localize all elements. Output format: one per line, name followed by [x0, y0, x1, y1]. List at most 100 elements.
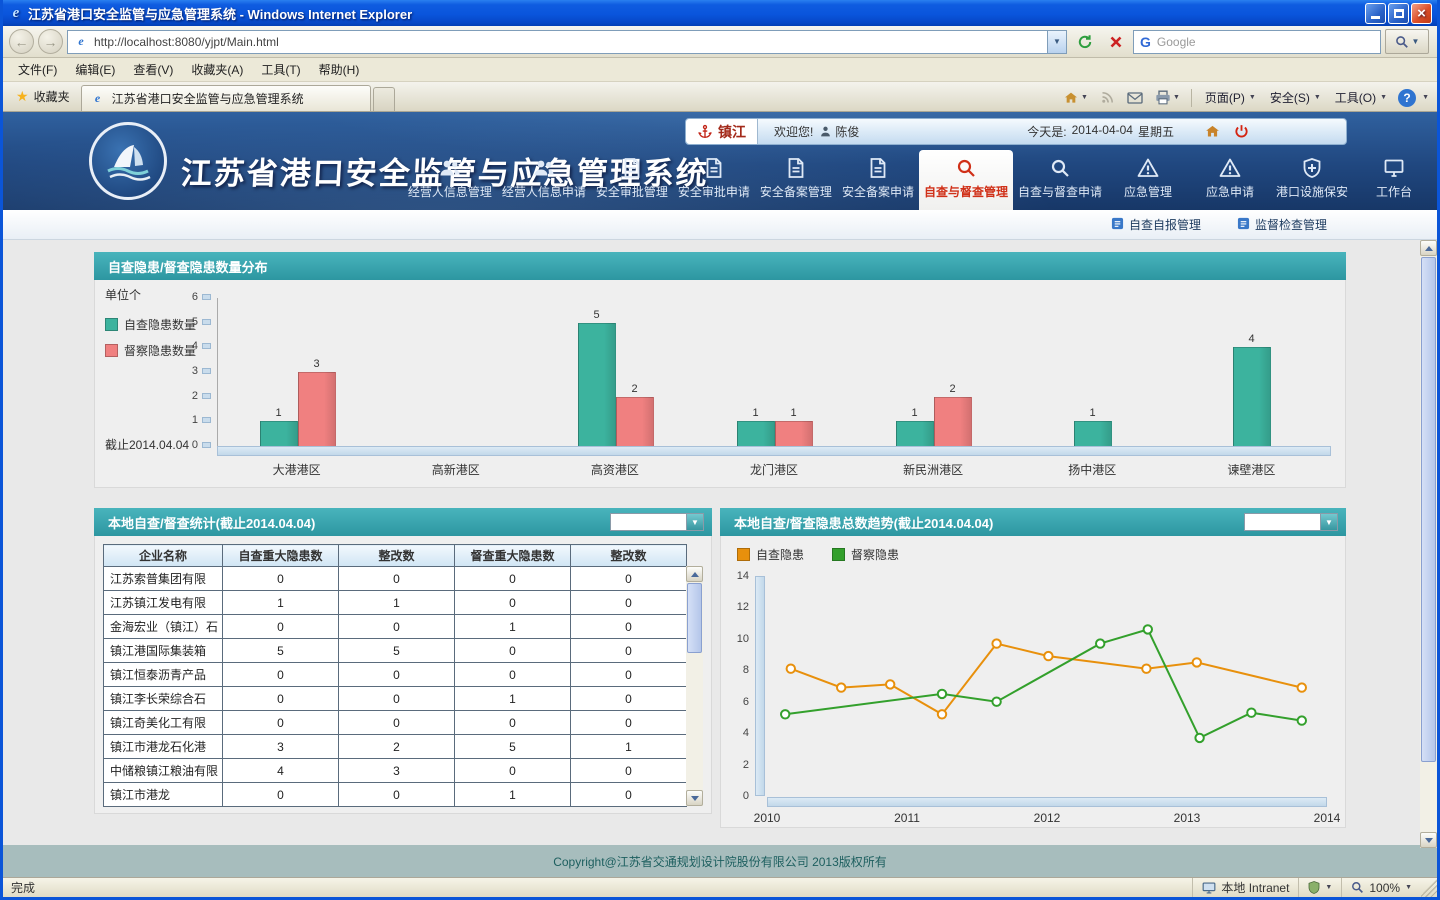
table-cell: 0 — [223, 663, 339, 687]
maximize-button[interactable] — [1388, 3, 1409, 24]
toolbar-button[interactable]: 页面(P) — [1200, 87, 1261, 108]
menu-item[interactable]: 查看(V) — [124, 58, 182, 81]
logout-button[interactable] — [1233, 123, 1250, 140]
scroll-down-button[interactable] — [686, 790, 703, 806]
nav-item-label: 安全备案申请 — [842, 183, 914, 200]
subnav-item[interactable]: 监督检查管理 — [1237, 216, 1327, 233]
y-axis-unit-label: 单位个 — [105, 286, 141, 303]
nav-item[interactable]: 安全审批管理 — [591, 150, 673, 210]
table-row[interactable]: 江苏镇江发电有限1100 — [104, 591, 687, 615]
security-zone[interactable]: 本地 Intranet — [1192, 878, 1298, 897]
home-shortcut-button[interactable] — [1204, 123, 1221, 140]
nav-item[interactable]: 经营人信息管理 — [403, 150, 497, 210]
menu-item[interactable]: 帮助(H) — [310, 58, 369, 81]
resize-grip[interactable] — [1421, 878, 1437, 897]
bar: 1 — [775, 421, 813, 446]
address-dropdown-button[interactable] — [1047, 31, 1066, 53]
table-cell: 0 — [571, 567, 687, 591]
nav-item[interactable]: 应急申请 — [1189, 150, 1271, 210]
toolbar-button[interactable]: 安全(S) — [1265, 87, 1326, 108]
user-icon — [819, 125, 832, 138]
address-input[interactable]: http://localhost:8080/yjpt/Main.html — [67, 30, 1067, 54]
table-row[interactable]: 中储粮镇江粮油有限4300 — [104, 759, 687, 783]
table-cell: 0 — [223, 615, 339, 639]
scroll-up-button[interactable] — [1420, 240, 1437, 256]
warning-icon — [1136, 156, 1160, 180]
scrollbar-thumb[interactable] — [687, 583, 702, 653]
read-mail-button[interactable] — [1124, 89, 1146, 107]
shield-icon — [1308, 881, 1320, 894]
new-tab-stub[interactable] — [373, 87, 395, 111]
zoom-control[interactable]: 100% — [1341, 878, 1421, 897]
bar: 1 — [260, 421, 298, 446]
home-button[interactable] — [1060, 88, 1091, 108]
table-cell: 0 — [571, 615, 687, 639]
table-row[interactable]: 金海宏业（镇江）石0010 — [104, 615, 687, 639]
toolbar-button-label: 工具(O) — [1335, 89, 1376, 106]
menu-item[interactable]: 收藏夹(A) — [182, 58, 252, 81]
close-button[interactable] — [1411, 3, 1432, 24]
tab-active[interactable]: 江苏省港口安全监管与应急管理系统 — [81, 85, 371, 111]
nav-item[interactable]: 应急管理 — [1107, 150, 1189, 210]
refresh-button[interactable] — [1071, 29, 1098, 54]
scroll-down-button[interactable] — [1420, 832, 1437, 848]
subnav-item[interactable]: 自查自报管理 — [1111, 216, 1201, 233]
x-tick-label: 2010 — [754, 811, 781, 825]
table-row[interactable]: 镇江奇美化工有限0000 — [104, 711, 687, 735]
table-cell: 0 — [223, 783, 339, 807]
search-button[interactable] — [1385, 29, 1429, 54]
address-url[interactable]: http://localhost:8080/yjpt/Main.html — [94, 35, 1047, 49]
table-row[interactable]: 镇江李长荣综合石0010 — [104, 687, 687, 711]
table-row[interactable]: 镇江港国际集装箱5500 — [104, 639, 687, 663]
search-input[interactable]: Google — [1133, 30, 1381, 54]
scroll-up-button[interactable] — [686, 566, 703, 582]
back-button[interactable] — [9, 29, 34, 54]
help-button[interactable] — [1398, 89, 1416, 107]
minimize-button[interactable] — [1365, 3, 1386, 24]
search-placeholder[interactable]: Google — [1157, 35, 1374, 49]
x-category-label: 龙门港区 — [694, 461, 853, 478]
toolbar-button[interactable]: 工具(O) — [1330, 87, 1392, 108]
table-row[interactable]: 江苏索普集团有限0000 — [104, 567, 687, 591]
nav-item[interactable]: 经营人信息申请 — [497, 150, 591, 210]
nav-item[interactable]: 自查与督查申请 — [1013, 150, 1107, 210]
chevron-down-icon[interactable] — [686, 514, 703, 530]
menu-item[interactable]: 文件(F) — [9, 58, 66, 81]
nav-item[interactable]: 港口设施保安 — [1271, 150, 1353, 210]
table-cell: 1 — [571, 735, 687, 759]
nav-item-label: 经营人信息管理 — [408, 183, 492, 200]
table-cell: 0 — [571, 783, 687, 807]
table-row[interactable]: 镇江恒泰沥青产品0000 — [104, 663, 687, 687]
table-cell: 0 — [339, 567, 455, 591]
title-bar: 江苏省港口安全监管与应急管理系统 - Windows Internet Expl… — [3, 0, 1437, 26]
chevron-down-icon[interactable] — [1320, 514, 1337, 530]
nav-item[interactable]: 工作台 — [1353, 150, 1435, 210]
menu-item[interactable]: 工具(T) — [252, 58, 309, 81]
trend-filter-select[interactable] — [1244, 513, 1338, 531]
table-row[interactable]: 镇江市港龙石化港3251 — [104, 735, 687, 759]
chevron-down-icon — [1405, 884, 1412, 891]
home-icon — [1063, 90, 1079, 106]
nav-item-label: 自查与督查申请 — [1018, 183, 1102, 200]
page-scrollbar[interactable] — [1420, 240, 1437, 848]
table-row[interactable]: 镇江市港龙0010 — [104, 783, 687, 807]
table-cell: 0 — [571, 711, 687, 735]
bar: 3 — [298, 372, 336, 446]
menu-item[interactable]: 编辑(E) — [66, 58, 124, 81]
protected-mode-indicator[interactable] — [1298, 878, 1341, 897]
zoom-level: 100% — [1369, 881, 1400, 895]
print-button[interactable] — [1152, 88, 1183, 107]
forward-button[interactable] — [38, 29, 63, 54]
nav-item[interactable]: 自查与督查管理 — [919, 150, 1013, 210]
nav-item[interactable]: 安全审批申请 — [673, 150, 755, 210]
nav-item[interactable]: 安全备案管理 — [755, 150, 837, 210]
y-tick-label: 0 — [743, 790, 749, 802]
stats-filter-select[interactable] — [610, 513, 704, 531]
table-scrollbar[interactable] — [686, 566, 703, 806]
favorites-button[interactable]: 收藏夹 — [7, 84, 79, 109]
stop-button[interactable] — [1102, 29, 1129, 54]
feeds-button[interactable] — [1097, 88, 1118, 107]
nav-item[interactable]: 安全备案申请 — [837, 150, 919, 210]
scrollbar-thumb[interactable] — [1421, 257, 1436, 762]
toolbar-right: 页面(P)安全(S) 工具(O) — [1060, 87, 1437, 111]
